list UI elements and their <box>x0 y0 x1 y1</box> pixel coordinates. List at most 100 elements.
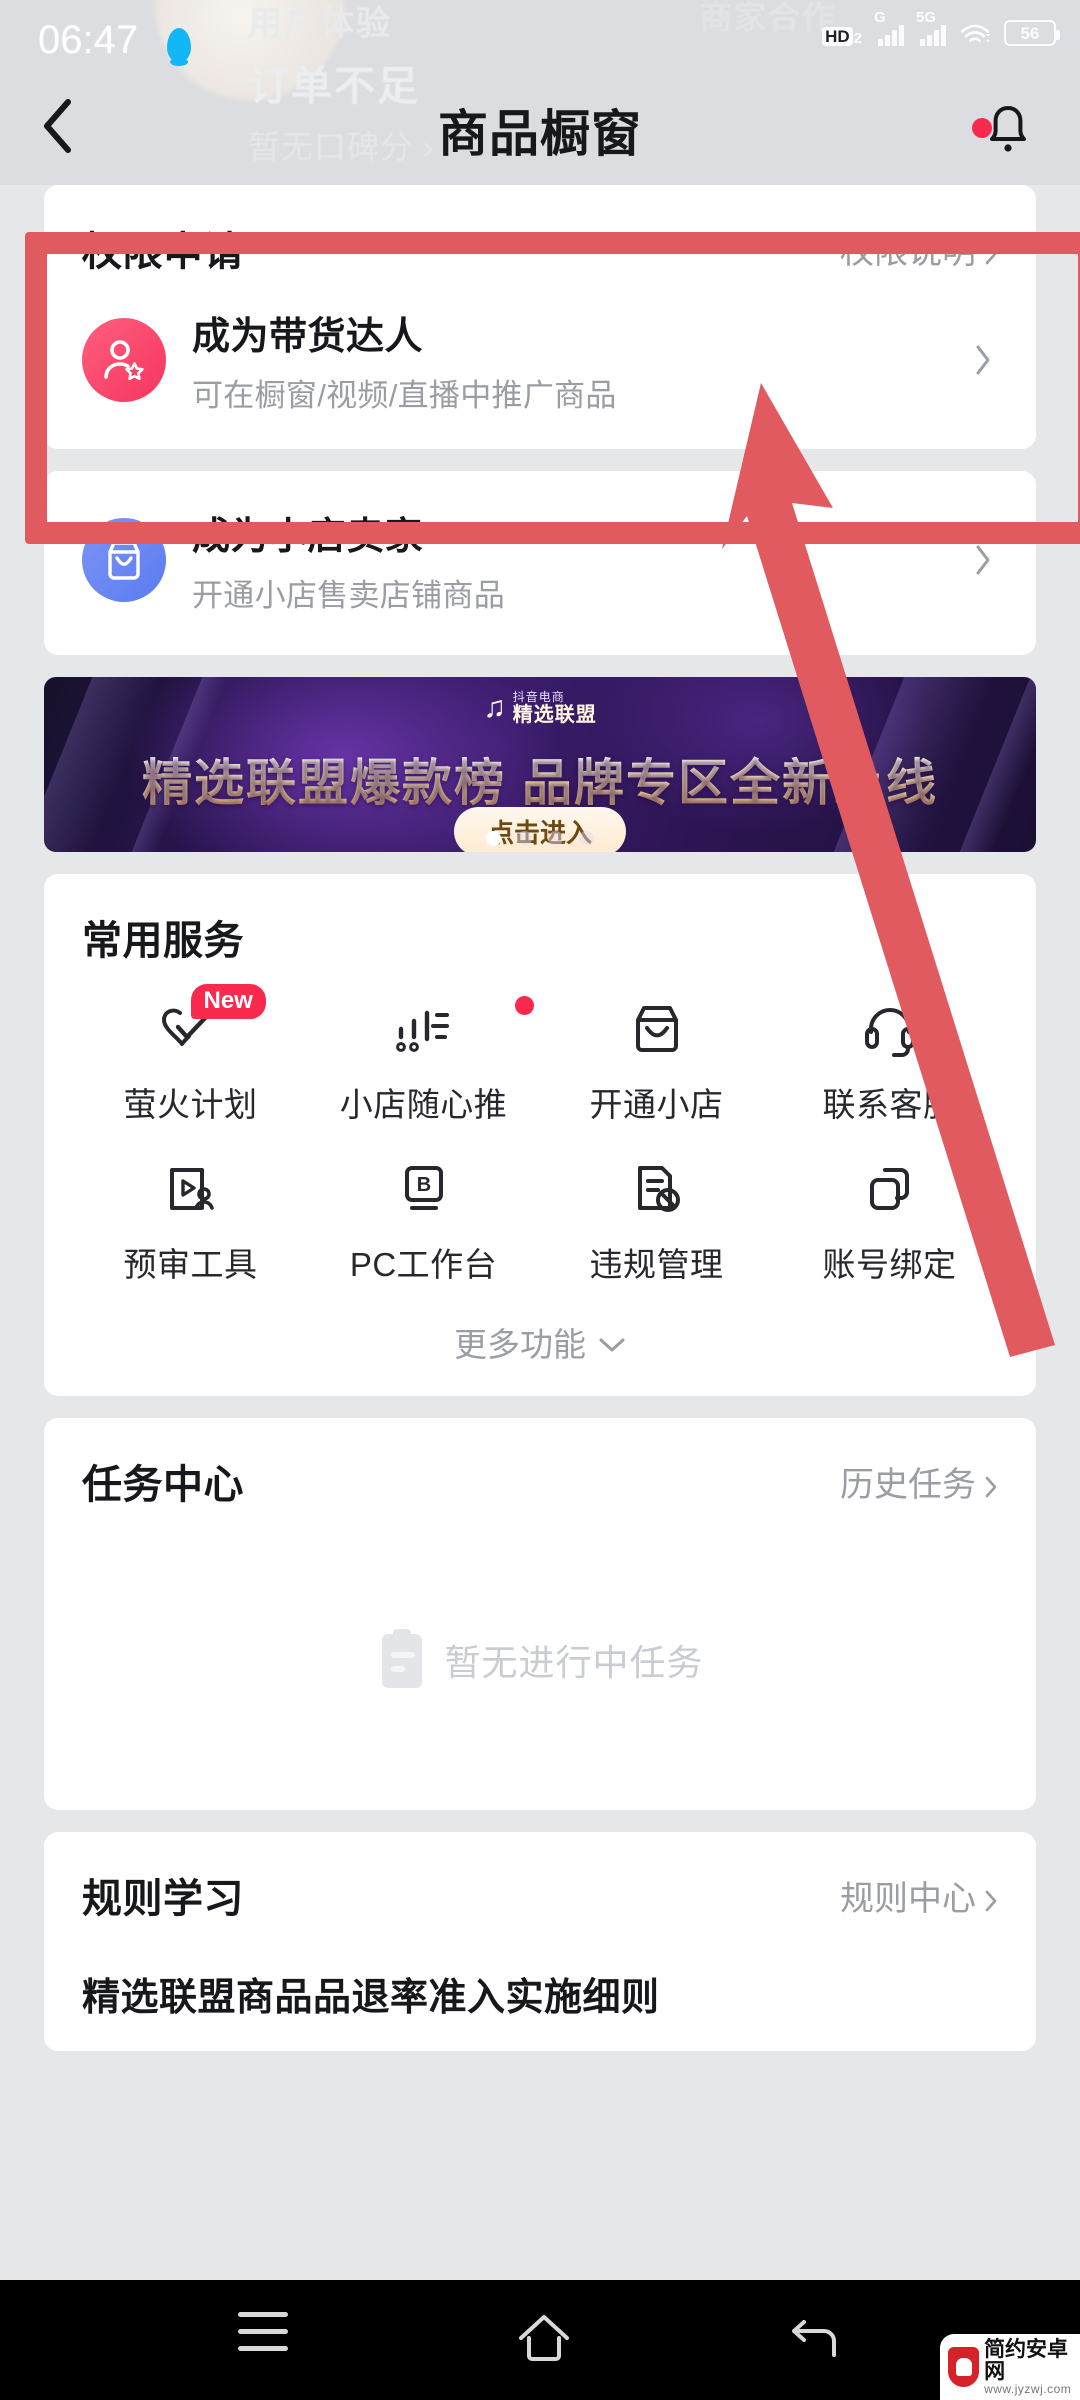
page-title: 商品橱窗 <box>438 106 642 162</box>
service-label: 联系客服 <box>822 1086 957 1123</box>
signal-bars-icon-1: G <box>874 9 904 46</box>
more-functions-button[interactable]: 更多功能 <box>44 1286 1036 1396</box>
status-bar: 06:47 HD 2 G 5G 56 <box>0 0 1080 70</box>
chevron-right-icon <box>984 236 998 265</box>
permission-row-shop-texts: 成为小店卖家 开通小店售卖店铺商品 <box>192 505 974 615</box>
bell-button[interactable] <box>972 102 1032 158</box>
service-item-account-bind[interactable]: 账号绑定 <box>773 1152 1006 1286</box>
banner-dot[interactable] <box>517 831 532 846</box>
promo-banner[interactable]: ♫ 抖音电商 精选联盟 精选联盟爆款榜 品牌专区全新上线 点击进入 <box>44 677 1036 852</box>
watermark-site-name: 简约安卓网 <box>984 2337 1069 2383</box>
status-clock: 06:47 <box>38 18 139 62</box>
hd-voice-icon: HD 2 <box>822 27 862 46</box>
link-copy-icon <box>853 1152 927 1226</box>
service-item-open-shop[interactable]: 开通小店 <box>540 992 773 1126</box>
rules-header: 规则学习 规则中心 <box>44 1832 1036 1924</box>
service-item-support[interactable]: 联系客服 <box>773 992 1006 1126</box>
service-item-pc-workbench[interactable]: B PC工作台 <box>307 1152 540 1286</box>
more-functions-label: 更多功能 <box>454 1326 586 1363</box>
banner-logo-bottom: 精选联盟 <box>512 704 597 726</box>
status-icons: HD 2 G 5G 56 <box>822 9 1060 46</box>
services-title: 常用服务 <box>82 919 244 963</box>
phone-screen: 用户体验 商家合作 订单不足 暂无口碑分 › 06:47 HD 2 G 5G 5… <box>0 0 1080 2400</box>
service-item-yinghuo[interactable]: New 萤火计划 <box>74 984 307 1126</box>
rules-center-label: 规则中心 <box>840 1879 976 1918</box>
banner-logo: ♫ 抖音电商 精选联盟 <box>483 691 597 725</box>
system-nav-bar <box>0 2280 1080 2400</box>
shop-seller-card: 成为小店卖家 开通小店售卖店铺商品 <box>44 471 1036 655</box>
service-item-preview-tool[interactable]: 预审工具 <box>74 1152 307 1286</box>
task-empty-state: 暂无进行中任务 <box>44 1510 1036 1810</box>
permission-card: 权限申请 权限说明 成为带货达人 可在橱窗/视频/直播中推广商品 <box>44 185 1036 449</box>
signal-1-label: G <box>874 9 886 26</box>
site-watermark: 简约安卓网 www.jyzwj.com <box>940 2334 1080 2400</box>
music-note-icon: ♫ <box>483 691 506 724</box>
svg-text:B: B <box>416 1174 430 1196</box>
permission-row-shop-title: 成为小店卖家 <box>192 516 424 558</box>
permission-description-label: 权限说明 <box>840 232 976 271</box>
banner-dots[interactable] <box>486 831 594 846</box>
permission-row-talent-texts: 成为带货达人 可在橱窗/视频/直播中推广商品 <box>192 305 974 415</box>
chevron-right-icon <box>984 1469 998 1498</box>
service-item-violation[interactable]: 违规管理 <box>540 1152 773 1286</box>
watermark-logo-icon <box>948 2347 980 2387</box>
rules-title: 规则学习 <box>82 1877 244 1921</box>
chevron-right-icon <box>974 544 992 576</box>
banner-title: 精选联盟爆款榜 品牌专区全新上线 <box>142 743 938 815</box>
hd-sub-label: 2 <box>853 30 862 47</box>
permission-row-talent[interactable]: 成为带货达人 可在橱窗/视频/直播中推广商品 <box>44 277 1036 449</box>
banner-dot[interactable] <box>486 831 501 846</box>
chevron-down-icon <box>598 1323 626 1361</box>
clipboard-icon <box>376 1628 428 1692</box>
permission-description-link[interactable]: 权限说明 <box>840 224 998 273</box>
shop-outline-icon <box>620 992 694 1066</box>
service-label: 预审工具 <box>123 1246 258 1283</box>
service-item-suixintui[interactable]: 小店随心推 <box>307 992 540 1126</box>
scroll-content: 权限申请 权限说明 成为带货达人 可在橱窗/视频/直播中推广商品 成为小店卖家 … <box>0 185 1080 2280</box>
signal-bars-icon-2: 5G <box>916 9 946 46</box>
home-icon[interactable] <box>515 2312 573 2369</box>
chevron-right-icon <box>974 344 992 376</box>
services-card: 常用服务 New 萤火计划 小店随心推 开通小店 联系客服 预审工具 B PC工… <box>44 874 1036 1396</box>
signal-2-label: 5G <box>916 9 937 26</box>
hd-label: HD <box>822 27 853 46</box>
shop-icon <box>82 518 166 602</box>
task-history-link[interactable]: 历史任务 <box>840 1457 998 1506</box>
menu-icon[interactable] <box>238 2312 288 2363</box>
battery-level: 56 <box>1020 23 1040 43</box>
permission-card-title: 权限申请 <box>82 230 244 274</box>
permission-row-talent-subtitle: 可在橱窗/视频/直播中推广商品 <box>192 378 617 413</box>
new-badge: New <box>190 984 266 1019</box>
rules-card: 规则学习 规则中心 精选联盟商品品退率准入实施细则 <box>44 1832 1036 2051</box>
service-label: 萤火计划 <box>123 1086 258 1123</box>
doc-ban-icon <box>620 1152 694 1226</box>
banner-logo-top: 抖音电商 <box>512 690 565 704</box>
service-label: 开通小店 <box>589 1086 724 1123</box>
back-arrow-icon[interactable] <box>790 2312 846 2369</box>
task-history-label: 历史任务 <box>840 1465 976 1504</box>
app-header: 商品橱窗 <box>0 80 1080 180</box>
permission-row-shop[interactable]: 成为小店卖家 开通小店售卖店铺商品 <box>44 471 1036 655</box>
headset-icon <box>853 992 927 1066</box>
task-center-header: 任务中心 历史任务 <box>44 1418 1036 1510</box>
task-center-title: 任务中心 <box>82 1463 244 1507</box>
service-label: 账号绑定 <box>822 1246 957 1283</box>
services-grid: New 萤火计划 小店随心推 开通小店 联系客服 预审工具 B PC工作台 违规… <box>44 966 1036 1286</box>
b-workbench-icon: B <box>387 1152 461 1226</box>
battery-icon: 56 <box>1004 20 1060 46</box>
play-review-icon <box>154 1152 228 1226</box>
permission-row-shop-subtitle: 开通小店售卖店铺商品 <box>192 578 505 613</box>
banner-dot[interactable] <box>579 831 594 846</box>
task-empty-text: 暂无进行中任务 <box>444 1642 704 1683</box>
red-dot-badge <box>515 996 534 1015</box>
service-label: PC工作台 <box>349 1246 498 1283</box>
banner-dot[interactable] <box>548 831 563 846</box>
watermark-site-url: www.jyzwj.com <box>984 2381 1072 2396</box>
user-star-icon <box>82 318 166 402</box>
service-label: 小店随心推 <box>339 1086 508 1123</box>
rules-center-link[interactable]: 规则中心 <box>840 1871 998 1920</box>
wifi-icon <box>960 22 990 46</box>
promote-bars-icon <box>387 992 461 1066</box>
service-label: 违规管理 <box>589 1246 724 1283</box>
rule-list-item[interactable]: 精选联盟商品品退率准入实施细则 <box>44 1924 1036 2051</box>
